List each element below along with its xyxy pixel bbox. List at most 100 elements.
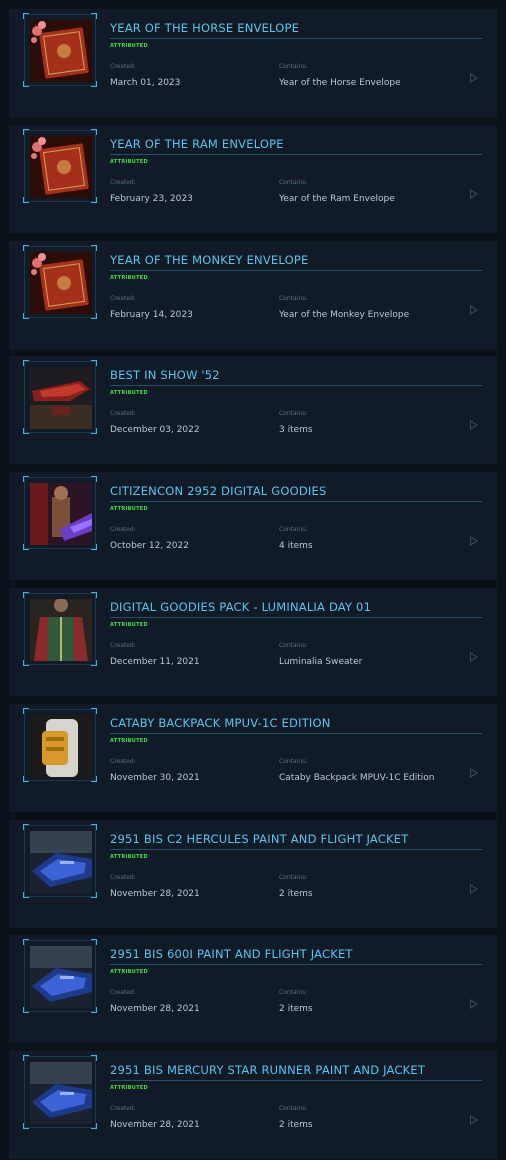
frame-corner xyxy=(23,892,29,898)
expand-arrow-icon[interactable] xyxy=(470,305,478,315)
title-divider xyxy=(110,270,482,271)
frame-corner xyxy=(23,708,29,714)
expand-arrow-icon[interactable] xyxy=(470,189,478,199)
title-divider xyxy=(110,617,482,618)
blue-ship-icon xyxy=(30,946,92,1008)
contains-label: Contains: xyxy=(279,1105,308,1112)
pledge-item[interactable]: CATABY BACKPACK MPUV-1C EDITION ATTRIBUT… xyxy=(9,704,497,812)
contains-value: 2 items xyxy=(279,1004,313,1014)
created-label: Created: xyxy=(110,179,136,186)
contains-label: Contains: xyxy=(279,874,308,881)
blue-ship-icon xyxy=(30,1062,92,1124)
contains-label: Contains: xyxy=(279,410,308,417)
title-divider xyxy=(110,154,482,155)
armored-character-icon xyxy=(30,483,92,545)
expand-arrow-icon[interactable] xyxy=(470,420,478,430)
created-label: Created: xyxy=(110,295,136,302)
pledge-item[interactable]: YEAR OF THE HORSE ENVELOPE ATTRIBUTED Cr… xyxy=(9,9,497,117)
status-badge: ATTRIBUTED xyxy=(110,622,148,628)
expand-arrow-icon[interactable] xyxy=(470,652,478,662)
created-label: Created: xyxy=(110,1105,136,1112)
pledge-title: 2951 BIS C2 HERCULES PAINT AND FLIGHT JA… xyxy=(110,832,409,846)
title-divider xyxy=(110,385,482,386)
frame-corner xyxy=(91,360,97,366)
pledge-thumbnail xyxy=(23,939,97,1013)
created-date: November 28, 2021 xyxy=(110,1120,200,1130)
pledge-title: YEAR OF THE RAM ENVELOPE xyxy=(110,137,284,151)
frame-corner xyxy=(91,476,97,482)
created-label: Created: xyxy=(110,526,136,533)
frame-corner xyxy=(91,824,97,830)
status-badge: ATTRIBUTED xyxy=(110,969,148,975)
frame-corner xyxy=(91,592,97,598)
frame-corner xyxy=(91,708,97,714)
pledge-thumbnail xyxy=(23,476,97,550)
contains-value: 4 items xyxy=(279,541,313,551)
status-badge: ATTRIBUTED xyxy=(110,43,148,49)
expand-arrow-icon[interactable] xyxy=(470,999,478,1009)
status-badge: ATTRIBUTED xyxy=(110,159,148,165)
status-badge: ATTRIBUTED xyxy=(110,1085,148,1091)
frame-corner xyxy=(23,81,29,87)
frame-corner xyxy=(23,544,29,550)
pledge-item[interactable]: DIGITAL GOODIES PACK - LUMINALIA DAY 01 … xyxy=(9,588,497,696)
pledge-thumbnail xyxy=(23,245,97,319)
contains-label: Contains: xyxy=(279,295,308,302)
pledge-item[interactable]: YEAR OF THE RAM ENVELOPE ATTRIBUTED Crea… xyxy=(9,125,497,233)
contains-value: Year of the Ram Envelope xyxy=(279,194,395,204)
frame-corner xyxy=(23,776,29,782)
frame-corner xyxy=(23,476,29,482)
blue-ship-icon xyxy=(30,831,92,893)
pledge-list: YEAR OF THE HORSE ENVELOPE ATTRIBUTED Cr… xyxy=(0,0,506,1160)
expand-arrow-icon[interactable] xyxy=(470,884,478,894)
frame-corner xyxy=(23,428,29,434)
title-divider xyxy=(110,501,482,502)
pledge-title: 2951 BIS MERCURY STAR RUNNER PAINT AND J… xyxy=(110,1063,426,1077)
frame-corner xyxy=(91,1055,97,1061)
created-date: March 01, 2023 xyxy=(110,78,181,88)
created-date: November 28, 2021 xyxy=(110,1004,200,1014)
frame-corner xyxy=(23,245,29,251)
pledge-item[interactable]: CITIZENCON 2952 DIGITAL GOODIES ATTRIBUT… xyxy=(9,472,497,580)
created-date: February 14, 2023 xyxy=(110,310,193,320)
title-divider xyxy=(110,849,482,850)
title-divider xyxy=(110,733,482,734)
pledge-item[interactable]: 2951 BIS C2 HERCULES PAINT AND FLIGHT JA… xyxy=(9,820,497,928)
pledge-item[interactable]: 2951 BIS 600I PAINT AND FLIGHT JACKET AT… xyxy=(9,935,497,1043)
expand-arrow-icon[interactable] xyxy=(470,768,478,778)
status-badge: ATTRIBUTED xyxy=(110,738,148,744)
pledge-thumbnail xyxy=(23,13,97,87)
frame-corner xyxy=(91,129,97,135)
frame-corner xyxy=(23,1123,29,1129)
created-date: February 23, 2023 xyxy=(110,194,193,204)
backpack-icon xyxy=(30,715,92,777)
frame-corner xyxy=(23,592,29,598)
frame-corner xyxy=(23,1007,29,1013)
pledge-title: YEAR OF THE MONKEY ENVELOPE xyxy=(110,253,309,267)
contains-value: Luminalia Sweater xyxy=(279,657,363,667)
pledge-title: CITIZENCON 2952 DIGITAL GOODIES xyxy=(110,484,327,498)
contains-value: 3 items xyxy=(279,425,313,435)
expand-arrow-icon[interactable] xyxy=(470,73,478,83)
created-date: October 12, 2022 xyxy=(110,541,189,551)
pledge-item[interactable]: BEST IN SHOW '52 ATTRIBUTED Created: Dec… xyxy=(9,356,497,464)
status-badge: ATTRIBUTED xyxy=(110,390,148,396)
pledge-thumbnail xyxy=(23,592,97,666)
expand-arrow-icon[interactable] xyxy=(470,536,478,546)
created-label: Created: xyxy=(110,63,136,70)
pledge-item[interactable]: YEAR OF THE MONKEY ENVELOPE ATTRIBUTED C… xyxy=(9,241,497,349)
status-badge: ATTRIBUTED xyxy=(110,854,148,860)
pledge-thumbnail xyxy=(23,129,97,203)
frame-corner xyxy=(91,939,97,945)
frame-corner xyxy=(23,360,29,366)
contains-label: Contains: xyxy=(279,526,308,533)
pledge-item[interactable]: 2951 BIS MERCURY STAR RUNNER PAINT AND J… xyxy=(9,1051,497,1159)
pledge-title: DIGITAL GOODIES PACK - LUMINALIA DAY 01 xyxy=(110,600,372,614)
created-label: Created: xyxy=(110,642,136,649)
created-date: November 30, 2021 xyxy=(110,773,200,783)
frame-corner xyxy=(23,824,29,830)
expand-arrow-icon[interactable] xyxy=(470,1115,478,1125)
red-ship-icon xyxy=(30,367,92,429)
contains-label: Contains: xyxy=(279,758,308,765)
frame-corner xyxy=(23,939,29,945)
